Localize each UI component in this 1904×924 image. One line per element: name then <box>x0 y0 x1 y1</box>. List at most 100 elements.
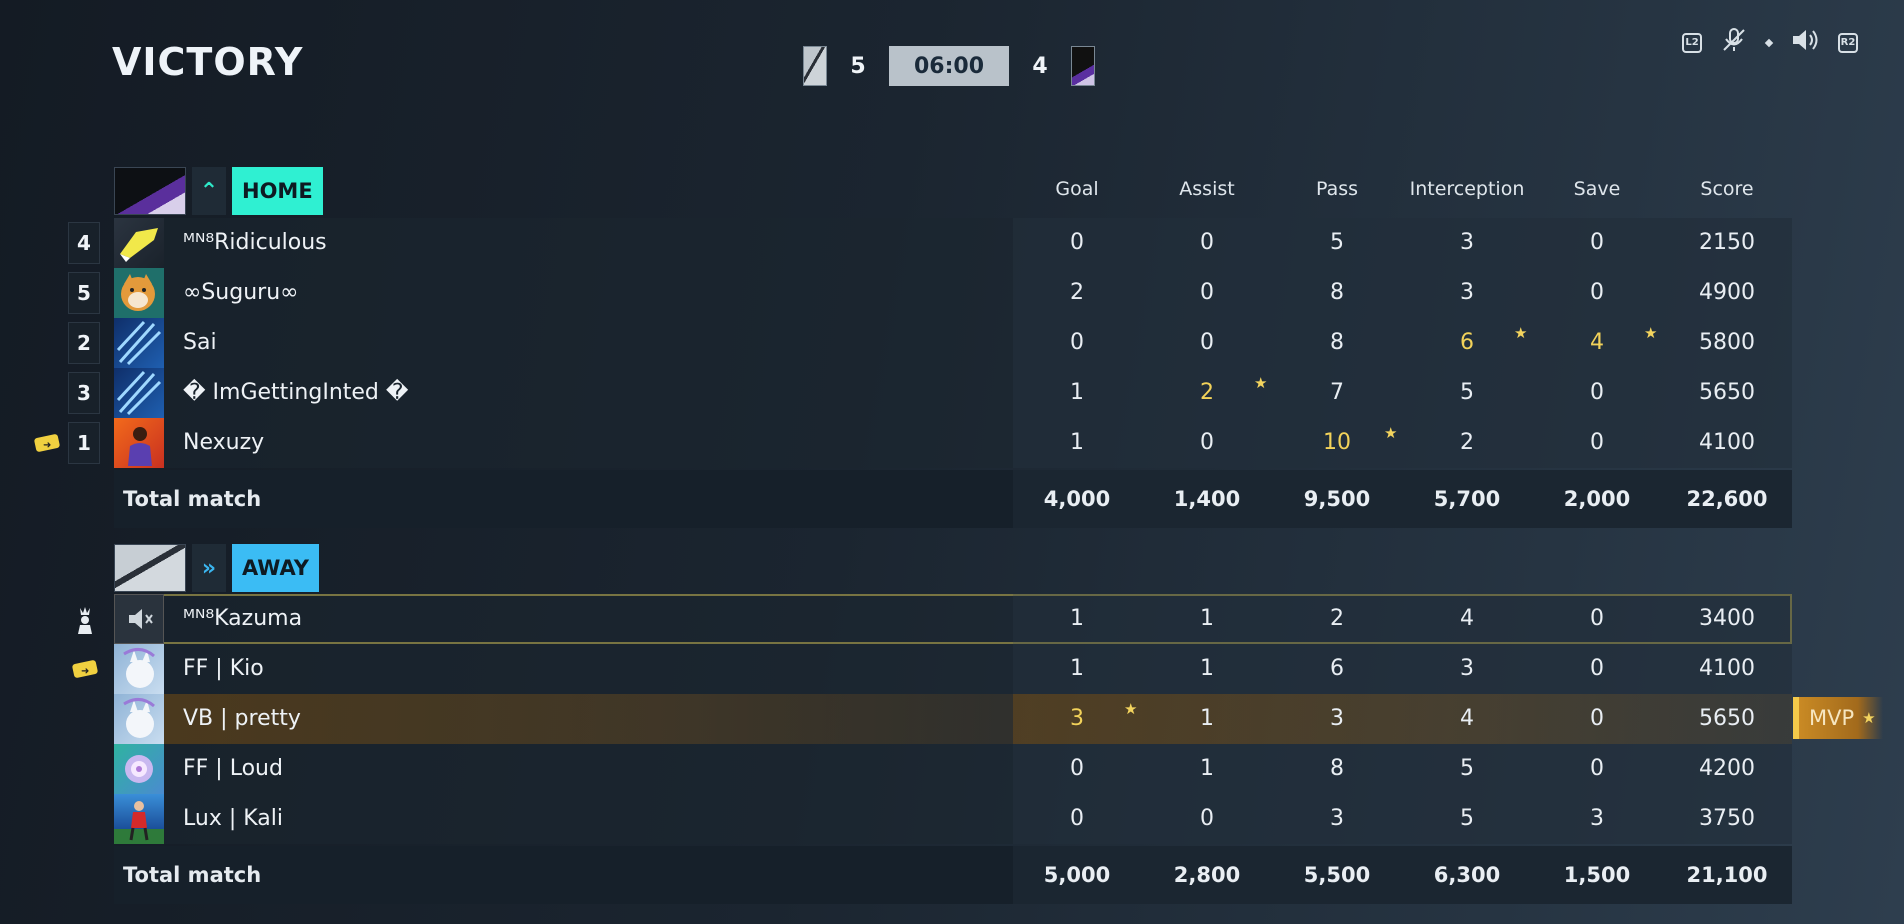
home-team-label: HOME <box>232 167 323 215</box>
total-interception: 6,300 <box>1433 863 1501 887</box>
star-icon: ★ <box>1254 374 1268 392</box>
stat-pass: 10 <box>1323 430 1351 455</box>
home-player-row[interactable]: 4 ᴹᴺ⁸Ridiculous 0 0 5 3 0 2150 <box>68 218 1792 268</box>
home-team-header: ⌃ HOME <box>114 166 323 216</box>
total-label: Total match <box>123 863 262 887</box>
stat-interception: 5 <box>1460 806 1474 831</box>
mic-muted-icon[interactable] <box>1720 26 1748 59</box>
home-score: 5 <box>850 53 866 79</box>
total-score: 22,600 <box>1686 487 1768 511</box>
home-chevron-up-icon: ⌃ <box>192 167 226 215</box>
stat-save: 0 <box>1590 280 1604 305</box>
avatar <box>114 744 164 794</box>
away-player-row[interactable]: FF | Loud 0 1 8 5 0 4200 <box>114 744 1792 794</box>
stat-pass: 8 <box>1330 330 1344 355</box>
away-score: 4 <box>1032 53 1048 79</box>
player-name: ᴹᴺ⁸Kazuma <box>183 606 303 631</box>
total-label: Total match <box>123 487 262 511</box>
stat-save: 4 <box>1590 330 1604 355</box>
away-team-header: » AWAY <box>114 543 319 593</box>
rank-badge: 3 <box>68 372 100 414</box>
away-player-row-selected[interactable]: ᴹᴺ⁸Kazuma 1 1 2 4 0 3400 <box>78 594 1792 644</box>
total-assist: 2,800 <box>1173 863 1241 887</box>
stat-score: 4900 <box>1699 280 1755 305</box>
stat-save: 0 <box>1590 606 1604 631</box>
player-name: Nexuzy <box>183 430 265 455</box>
home-player-row[interactable]: 3 � ImGettingInted � 1 2 ★ 7 5 0 5650 <box>68 368 1792 418</box>
player-name: ᴹᴺ⁸Ridiculous <box>183 230 327 255</box>
captain-ticket-icon: ➜ <box>32 428 62 458</box>
stat-goal: 3 <box>1070 706 1084 731</box>
stat-pass: 8 <box>1330 280 1344 305</box>
stat-goal: 1 <box>1070 606 1084 631</box>
away-team-label: AWAY <box>232 544 319 592</box>
home-player-row[interactable]: 5 ∞Suguru∞ 2 0 8 3 0 4900 <box>68 268 1792 318</box>
mvp-label: MVP <box>1809 706 1855 730</box>
total-goal: 4,000 <box>1043 487 1111 511</box>
stat-goal: 0 <box>1070 230 1084 255</box>
total-score: 21,100 <box>1686 863 1768 887</box>
total-save: 2,000 <box>1563 487 1631 511</box>
avatar <box>114 218 164 268</box>
separator-dot-icon <box>1764 38 1774 47</box>
star-icon: ★ <box>1384 424 1398 442</box>
away-team-flag-icon <box>114 544 186 592</box>
svg-text:➜: ➜ <box>81 666 89 677</box>
home-flag-icon <box>803 46 827 86</box>
host-crown-icon <box>70 604 100 634</box>
stat-save: 3 <box>1590 806 1604 831</box>
stat-interception: 6 <box>1460 330 1474 355</box>
stat-interception: 4 <box>1460 606 1474 631</box>
home-player-row[interactable]: ➜ 1 Nexuzy 1 0 10 ★ 2 0 4100 <box>34 418 1792 468</box>
player-name: FF | Kio <box>183 656 264 681</box>
avatar <box>114 418 164 468</box>
avatar <box>114 318 164 368</box>
away-chevron-right-icon: » <box>192 544 226 592</box>
mvp-badge: MVP ★ <box>1793 697 1883 739</box>
stat-save: 0 <box>1590 230 1604 255</box>
home-player-row[interactable]: 2 Sai 0 0 8 6 ★ 4 ★ 5800 <box>68 318 1792 368</box>
total-pass: 5,500 <box>1303 863 1371 887</box>
col-goal: Goal <box>1055 178 1099 200</box>
away-player-row[interactable]: ➜ FF | Kio 1 1 6 3 0 4100 <box>72 644 1792 694</box>
star-icon: ★ <box>1862 709 1876 727</box>
stat-pass: 5 <box>1330 230 1344 255</box>
total-assist: 1,400 <box>1173 487 1241 511</box>
rank-badge: 4 <box>68 222 100 264</box>
stat-assist: 2 <box>1200 380 1214 405</box>
col-save: Save <box>1573 178 1621 200</box>
total-goal: 5,000 <box>1043 863 1111 887</box>
home-total-row: Total match 4,000 1,400 9,500 5,700 2,00… <box>114 470 1792 528</box>
away-total-row: Total match 5,000 2,800 5,500 6,300 1,50… <box>114 846 1792 904</box>
stat-score: 2150 <box>1699 230 1755 255</box>
stat-save: 0 <box>1590 380 1604 405</box>
l2-button-icon[interactable]: L2 <box>1682 32 1702 53</box>
svg-text:➜: ➜ <box>43 440 51 451</box>
stat-assist: 0 <box>1200 806 1214 831</box>
away-player-row-mvp[interactable]: VB | pretty 3 ★ 1 3 4 0 5650 <box>114 694 1792 744</box>
r2-button-icon[interactable]: R2 <box>1838 32 1858 53</box>
stat-goal: 0 <box>1070 806 1084 831</box>
stat-interception: 2 <box>1460 430 1474 455</box>
col-score: Score <box>1700 178 1754 200</box>
stat-score: 4200 <box>1699 756 1755 781</box>
col-interception: Interception <box>1409 178 1525 200</box>
stat-score: 5650 <box>1699 380 1755 405</box>
speaker-icon[interactable] <box>1790 26 1820 59</box>
match-timer: 06:00 <box>889 46 1009 86</box>
stat-assist: 0 <box>1200 330 1214 355</box>
stat-save: 0 <box>1590 706 1604 731</box>
stat-interception: 3 <box>1460 230 1474 255</box>
stat-pass: 2 <box>1330 606 1344 631</box>
stat-interception: 3 <box>1460 656 1474 681</box>
avatar <box>114 268 164 318</box>
avatar <box>114 694 164 744</box>
stat-interception: 3 <box>1460 280 1474 305</box>
stat-save: 0 <box>1590 756 1604 781</box>
stat-save: 0 <box>1590 656 1604 681</box>
away-player-row[interactable]: Lux | Kali 0 0 3 5 3 3750 <box>114 794 1792 844</box>
star-icon: ★ <box>1644 324 1658 342</box>
player-name: ∞Suguru∞ <box>183 280 299 305</box>
stat-pass: 6 <box>1330 656 1344 681</box>
stat-pass: 3 <box>1330 806 1344 831</box>
